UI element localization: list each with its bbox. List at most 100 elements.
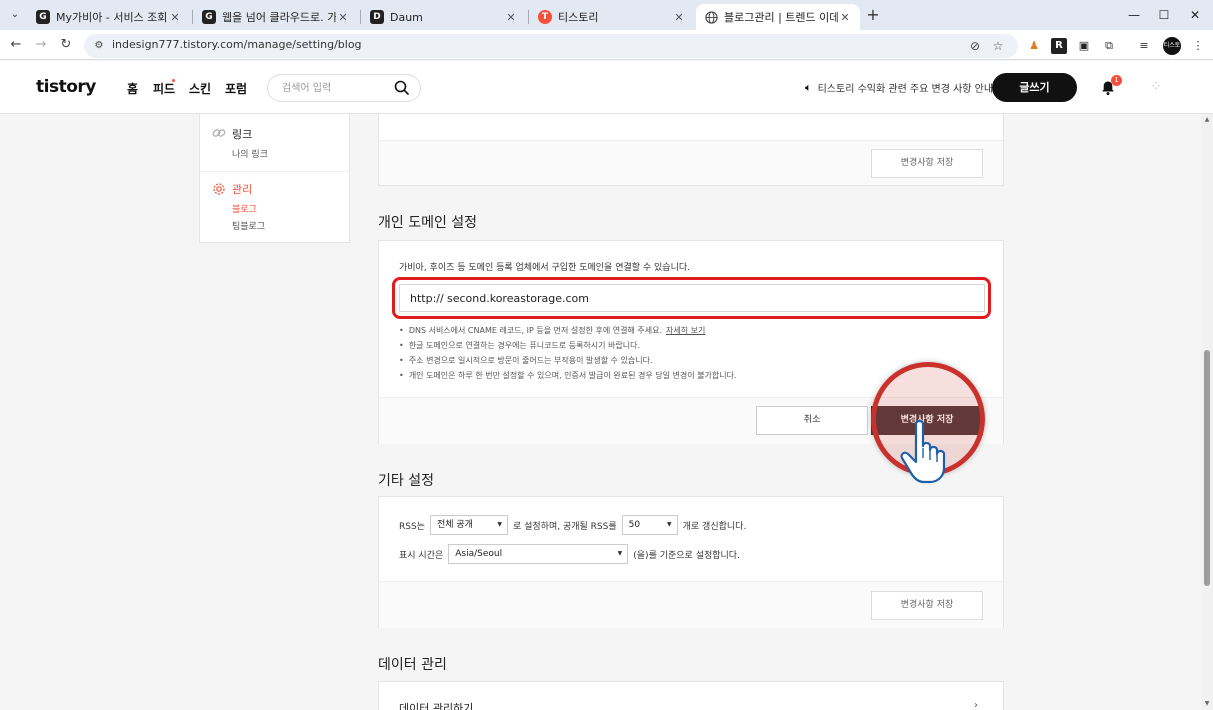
time-prefix: 표시 시간은: [399, 550, 444, 561]
nav-forum[interactable]: 포럼: [225, 80, 247, 97]
close-tab-icon[interactable]: ✕: [672, 11, 686, 24]
search-box: [267, 74, 421, 102]
sidebar-item-team-blog[interactable]: 팀블로그: [232, 219, 265, 232]
browser-tab-gabia[interactable]: G 웹을 넘어 클라우드로. 가비아 ✕: [194, 4, 358, 30]
extension-figure-icon[interactable]: ♟: [1026, 38, 1042, 54]
timezone-setting-row: 표시 시간은 Asia/Seoul ▼ (을)를 기준으로 설정합니다.: [399, 544, 740, 564]
forward-arrow-icon[interactable]: →: [31, 35, 51, 55]
link-icon: [212, 129, 226, 137]
browser-tab-tistory[interactable]: T 티스토리 ✕: [530, 4, 694, 30]
scroll-down-arrow-icon[interactable]: ▼: [1202, 699, 1212, 709]
chevron-down-icon: ▼: [667, 521, 672, 528]
write-post-button[interactable]: 글쓰기: [992, 73, 1077, 102]
reload-icon[interactable]: ↻: [56, 35, 76, 55]
tab-search-button[interactable]: ⌄: [6, 6, 24, 24]
search-input[interactable]: [282, 81, 392, 95]
daum-favicon-icon: D: [370, 10, 384, 24]
rss-count-select[interactable]: 50 ▼: [621, 515, 678, 535]
apps-grid-icon[interactable]: ⁘: [1147, 78, 1165, 96]
close-tab-icon[interactable]: ✕: [168, 11, 182, 24]
reading-list-icon[interactable]: ≡: [1136, 38, 1152, 54]
nav-home[interactable]: 홈: [127, 80, 138, 97]
sidebar-manage-title[interactable]: 관리: [232, 181, 252, 197]
scroll-up-arrow-icon[interactable]: ▲: [1202, 115, 1212, 125]
gear-icon: [213, 183, 225, 195]
other-settings-card: RSS는 전체 공개 ▼ 로 설정하며, 공개될 RSS를 50 ▼ 개로 갱신합니…: [378, 496, 1004, 628]
back-arrow-icon[interactable]: ←: [6, 35, 26, 55]
rss-scope-value: 전체 공개: [436, 520, 473, 530]
sidebar-item-my-link[interactable]: 나의 링크: [232, 147, 268, 160]
extension-store-icon[interactable]: ▣: [1076, 38, 1092, 54]
close-window-button[interactable]: ✕: [1181, 4, 1209, 26]
eye-off-icon[interactable]: ⊘: [967, 38, 983, 54]
gabia-favicon-icon: G: [36, 10, 50, 24]
bookmark-star-icon[interactable]: ☆: [990, 38, 1006, 54]
tab-title: 웹을 넘어 클라우드로. 가비아: [222, 11, 336, 24]
timezone-value: Asia/Seoul: [455, 549, 503, 559]
note-text: 주소 변경으로 일시적으로 방문이 줄어드는 부작용이 발생할 수 있습니다.: [408, 356, 653, 365]
sidebar-item-blog[interactable]: 블로그: [232, 202, 257, 215]
tab-title: My가비아 - 서비스 조회, 비용: [56, 11, 168, 24]
new-tab-button[interactable]: +: [864, 6, 882, 24]
card-footer: 변경사항 저장: [379, 581, 1003, 628]
address-bar[interactable]: ⚙ indesign777.tistory.com/manage/setting…: [84, 34, 1018, 58]
speaker-icon: 🔈︎: [805, 80, 812, 94]
previous-settings-card: 변경사항 저장: [378, 114, 1004, 186]
other-section-title: 기타 설정: [378, 473, 434, 489]
sidebar-divider: [200, 171, 349, 172]
nav-feed[interactable]: 피드: [153, 80, 175, 97]
timezone-select[interactable]: Asia/Seoul ▼: [448, 544, 629, 564]
card-footer: 변경사항 저장: [379, 140, 1003, 185]
save-changes-button[interactable]: 변경사항 저장: [871, 406, 983, 435]
chevron-down-icon: ▼: [497, 521, 502, 528]
browser-tab-gabia-my[interactable]: G My가비아 - 서비스 조회, 비용 ✕: [28, 4, 190, 30]
url-text: indesign777.tistory.com/manage/setting/b…: [112, 38, 362, 51]
extensions-puzzle-icon[interactable]: ⧉: [1101, 38, 1117, 54]
close-tab-icon[interactable]: ✕: [336, 11, 350, 24]
domain-section-title: 개인 도메인 설정: [378, 215, 478, 231]
tistory-favicon-icon: T: [538, 10, 552, 24]
notification-badge: 1: [1111, 75, 1122, 86]
gabia-favicon-icon: G: [202, 10, 216, 24]
chevron-down-icon: ▼: [617, 550, 623, 557]
rss-prefix: RSS는: [399, 521, 425, 532]
profile-avatar[interactable]: 티스토리: [1163, 37, 1181, 67]
browser-tab-blog-manage[interactable]: 블로그관리 | 트렌드 이데아 ✕: [696, 4, 860, 30]
manage-sidebar: 링크 나의 링크 관리 블로그 팀블로그: [199, 114, 350, 243]
tab-title: Daum: [390, 10, 423, 24]
save-changes-button-top[interactable]: 변경사항 저장: [871, 149, 983, 178]
detail-link[interactable]: 자세히 보기: [666, 326, 705, 335]
tab-separator: [360, 10, 361, 24]
nav-skin[interactable]: 스킨: [189, 80, 211, 97]
tistory-header: tistory 홈 피드 스킨 포럼 🔈︎ 티스토리 수익화 관련 주요 변경 …: [0, 61, 1213, 114]
close-tab-icon[interactable]: ✕: [504, 11, 518, 24]
notice-text: 티스토리 수익화 관련 주요 변경 사항 안내: [817, 84, 994, 95]
scrollbar-thumb[interactable]: [1204, 350, 1210, 586]
note-text: DNS 서비스에서 CNAME 레코드, IP 등을 먼저 설정한 후에 연결해…: [408, 326, 663, 335]
browser-toolbar: ← → ↻ ⚙ indesign777.tistory.com/manage/s…: [0, 30, 1213, 67]
rss-suffix: 개로 갱신합니다.: [682, 521, 747, 532]
data-manage-link[interactable]: 데이터 관리하기: [399, 700, 473, 710]
browser-menu-icon[interactable]: ⋮: [1190, 38, 1206, 54]
save-changes-button-other[interactable]: 변경사항 저장: [871, 591, 983, 620]
extension-r-icon[interactable]: R: [1051, 38, 1067, 54]
maximize-window-button[interactable]: ☐: [1150, 4, 1178, 26]
browser-tab-strip: ⌄ G My가비아 - 서비스 조회, 비용 ✕ G 웹을 넘어 클라우드로. …: [0, 0, 1213, 30]
chevron-right-icon: ›: [974, 700, 978, 710]
tab-title: 티스토리: [558, 11, 599, 24]
close-tab-icon[interactable]: ✕: [838, 11, 852, 24]
globe-icon: [704, 10, 718, 24]
minimize-window-button[interactable]: —: [1120, 4, 1148, 26]
cancel-button[interactable]: 취소: [756, 406, 868, 435]
sidebar-link-title[interactable]: 링크: [232, 126, 252, 142]
domain-input-highlight: [392, 277, 991, 319]
browser-tab-daum[interactable]: D Daum ✕: [362, 4, 526, 30]
site-info-icon[interactable]: ⚙: [92, 39, 106, 53]
time-suffix: (을)를 기준으로 설정합니다.: [633, 550, 740, 561]
search-icon[interactable]: [394, 80, 410, 96]
rss-scope-select[interactable]: 전체 공개 ▼: [429, 515, 508, 535]
note-text: 개인 도메인은 하루 한 번만 설정할 수 있으며, 인증서 발급이 완료된 경…: [408, 371, 737, 380]
tistory-logo[interactable]: tistory: [36, 77, 96, 97]
notice-banner[interactable]: 🔈︎ 티스토리 수익화 관련 주요 변경 사항 안내: [805, 80, 994, 96]
data-management-card[interactable]: 데이터 관리하기 ›: [378, 681, 1004, 710]
